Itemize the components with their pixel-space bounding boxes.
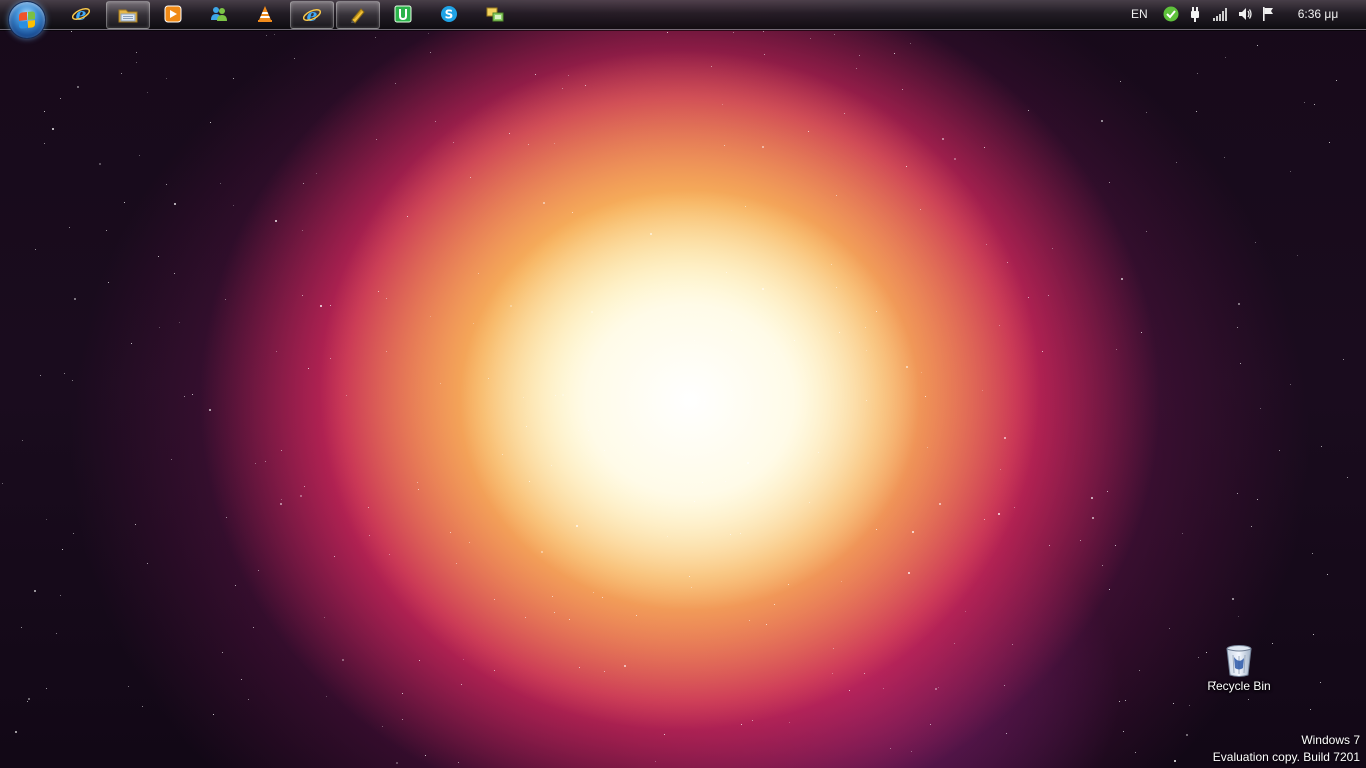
- messenger-icon: [211, 7, 227, 21]
- taskbar-button-skype[interactable]: S: [428, 1, 470, 27]
- tray-network-icon[interactable]: [1210, 5, 1230, 23]
- power-plug-icon: [1191, 7, 1199, 22]
- folder-icon: [118, 9, 138, 23]
- starfield: [0, 0, 1366, 768]
- taskbar-button-internet-explorer-2[interactable]: e: [290, 1, 334, 29]
- svg-text:S: S: [445, 8, 454, 22]
- action-center-flag-icon: [1263, 7, 1273, 21]
- desktop-wallpaper[interactable]: Recycle Bin Windows 7 Evaluation copy. B…: [0, 0, 1366, 768]
- evaluation-watermark: Windows 7 Evaluation copy. Build 7201: [1213, 732, 1360, 766]
- desktop-icon-recycle-bin[interactable]: Recycle Bin: [1199, 644, 1279, 693]
- windows-logo-icon: [19, 11, 35, 29]
- watermark-os-name: Windows 7: [1301, 733, 1360, 747]
- taskbar-button-windows-explorer[interactable]: [106, 1, 150, 29]
- taskbar-clock[interactable]: 6:36 μμ: [1290, 7, 1346, 21]
- tray-action-center-icon[interactable]: [1259, 5, 1277, 23]
- recycle-bin-icon: [1226, 645, 1252, 677]
- remote-desktop-icon: [486, 7, 504, 22]
- svg-text:e: e: [307, 6, 318, 24]
- start-button[interactable]: [8, 1, 46, 39]
- language-indicator[interactable]: EN: [1131, 7, 1148, 21]
- taskbar-button-internet-explorer[interactable]: e: [60, 1, 102, 27]
- volume-icon: [1239, 8, 1252, 20]
- taskbar-button-utorrent[interactable]: [382, 1, 424, 27]
- taskbar-button-notes[interactable]: [336, 1, 380, 29]
- utorrent-icon: [394, 5, 412, 23]
- recycle-bin-label: Recycle Bin: [1207, 679, 1271, 693]
- taskbar-button-vlc[interactable]: [244, 1, 286, 27]
- watermark-build: Evaluation copy. Build 7201: [1212, 750, 1360, 764]
- taskbar: e e S EN 6:36 μμ: [0, 0, 1366, 39]
- tray-security-icon[interactable]: [1162, 5, 1180, 23]
- ie-icon: e: [303, 6, 321, 24]
- tray-power-icon[interactable]: [1186, 5, 1204, 23]
- taskbar-button-remote-desktop[interactable]: [474, 1, 516, 27]
- taskbar-button-messenger[interactable]: [198, 1, 240, 27]
- signal-bars-icon: [1213, 8, 1227, 21]
- pencil-icon: [351, 8, 365, 24]
- media-player-icon: [164, 5, 182, 23]
- skype-icon: S: [441, 6, 457, 22]
- tray-volume-icon[interactable]: [1235, 5, 1255, 23]
- ie-icon: e: [72, 5, 90, 23]
- vlc-cone-icon: [258, 6, 272, 22]
- svg-text:e: e: [76, 5, 87, 23]
- security-check-icon: [1163, 6, 1179, 22]
- taskbar-button-media-player[interactable]: [152, 1, 194, 27]
